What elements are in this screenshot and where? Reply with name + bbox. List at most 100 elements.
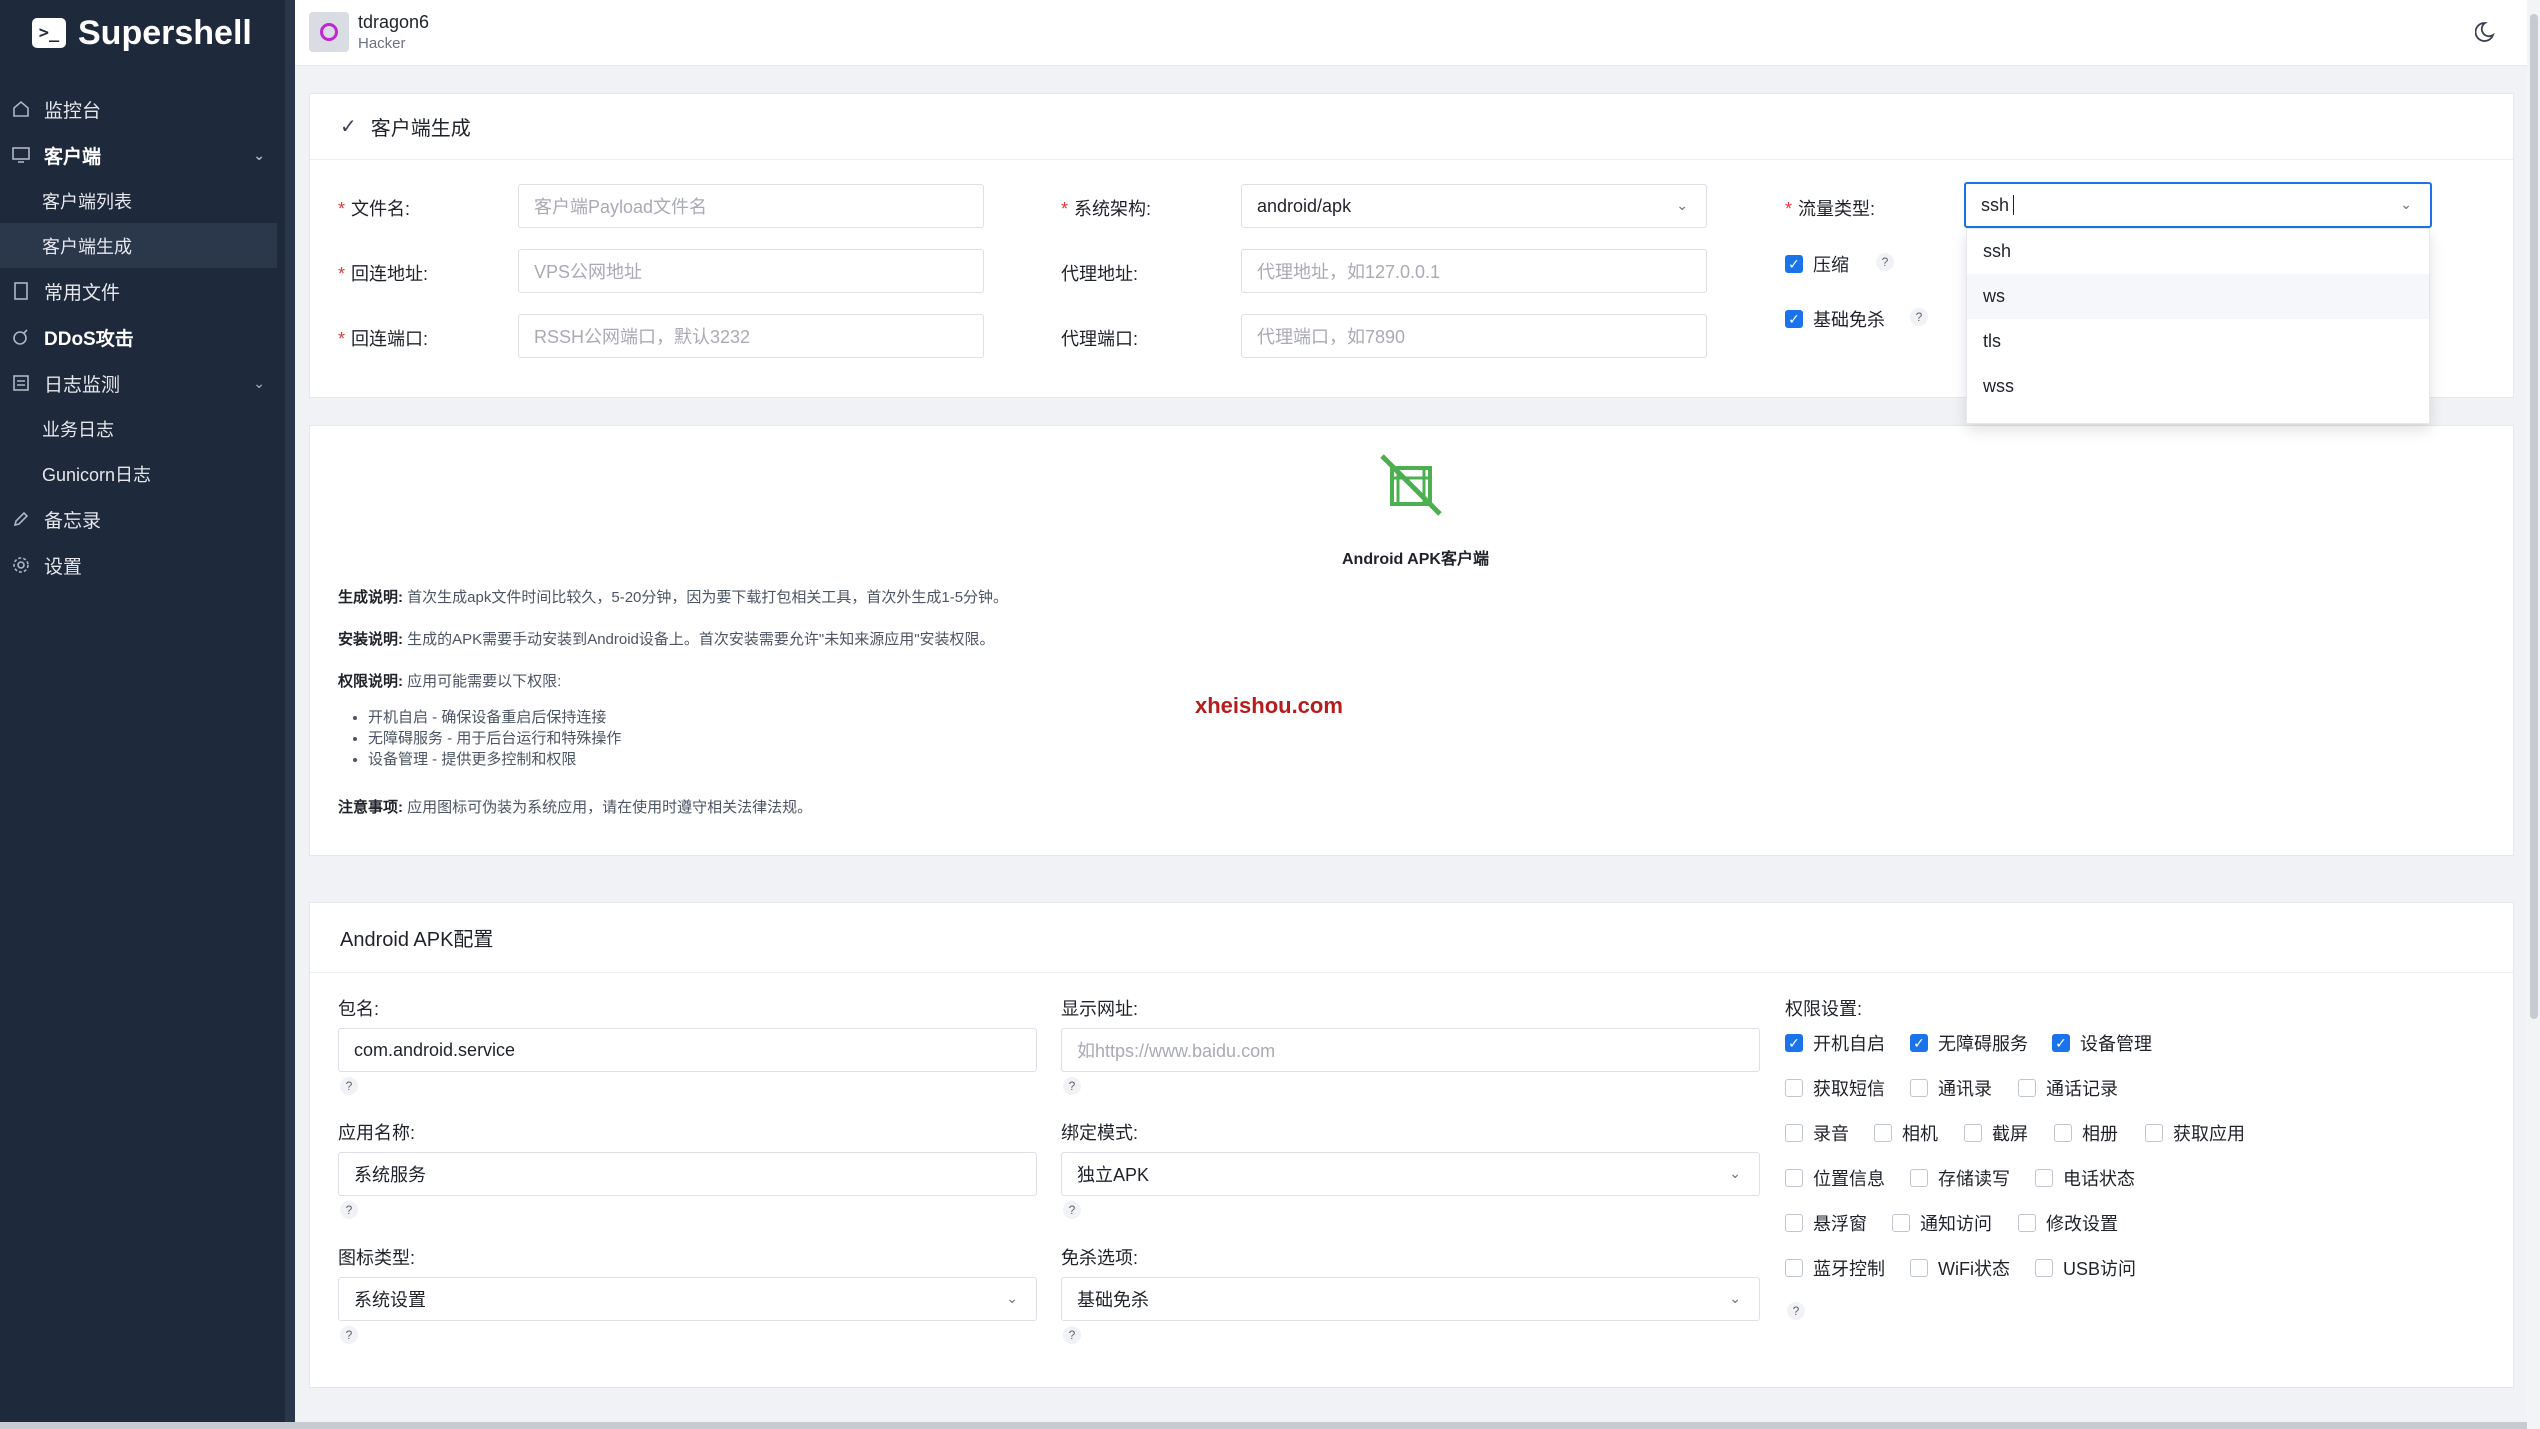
perm-checkbox-usb[interactable]: USB访问 [2035,1255,2136,1281]
gear-icon [10,554,32,576]
check-icon: ✓ [1910,1034,1928,1052]
help-icon[interactable]: ? [1063,1201,1081,1219]
help-icon[interactable]: ? [1063,1326,1081,1344]
help-icon[interactable]: ? [1787,1302,1805,1320]
perm-checkbox-device-admin[interactable]: ✓ 设备管理 [2052,1030,2152,1056]
chevron-down-icon: ⌄ [253,146,265,163]
arch-select[interactable]: android/apk ⌄ [1241,184,1707,228]
perm-note: 权限说明: 应用可能需要以下权限: [338,673,562,690]
bomb-icon [10,326,32,348]
user-name: tdragon6 [358,12,430,32]
help-icon[interactable]: ? [340,1326,358,1344]
perm-checkbox-wifi[interactable]: WiFi状态 [1910,1255,2010,1281]
install-note: 安装说明: 生成的APK需要手动安装到Android设备上。首次安装需要允许"未… [338,631,995,648]
proxy-port-input[interactable]: 代理端口，如7890 [1241,314,1707,358]
perm-checkbox-overlay[interactable]: 悬浮窗 [1785,1210,1867,1236]
sidebar-subitem-client-gen[interactable]: 客户端生成 [0,223,277,268]
page-scrollbar-thumb[interactable] [2530,14,2538,1019]
sidebar-subitem-client-list[interactable]: 客户端列表 [0,178,295,223]
avatar[interactable] [309,12,349,52]
android-icon [1380,454,1442,516]
pencil-icon [10,508,32,530]
home-icon [10,98,32,120]
sidebar: >_ Supershell 监控台 客户端 ⌄ 客户端列表 客户端生成 常用文件… [0,0,295,1429]
port-input[interactable]: RSSH公网端口，默认3232 [518,314,984,358]
perm-checkbox-album[interactable]: 相册 [2054,1120,2118,1146]
sidebar-item-ddos[interactable]: DDoS攻击 [0,314,295,360]
perm-checkbox-call-log[interactable]: 通话记录 [2018,1075,2118,1101]
perm-checkbox-notification[interactable]: 通知访问 [1892,1210,1992,1236]
chevron-down-icon: ⌄ [2400,196,2412,212]
perm-checkbox-boot[interactable]: ✓ 开机自启 [1785,1030,1885,1056]
perm-checkbox-apps[interactable]: 获取应用 [2145,1120,2245,1146]
sidebar-item-memo[interactable]: 备忘录 [0,496,295,542]
perm-checkbox-screenshot[interactable]: 截屏 [1964,1120,2028,1146]
check-icon: ✓ [1785,255,1803,273]
perm-checkbox-modify-settings[interactable]: 修改设置 [2018,1210,2118,1236]
traffic-dropdown: ssh ws tls wss [1966,228,2430,424]
traffic-option-wss[interactable]: wss [1967,364,2429,409]
traffic-label: * 流量类型: [1785,199,1876,219]
help-icon[interactable]: ? [340,1077,358,1095]
sidebar-item-files[interactable]: 常用文件 [0,268,295,314]
check-icon: ✓ [2052,1034,2070,1052]
app-logo[interactable]: >_ Supershell [0,0,295,66]
help-icon[interactable]: ? [1063,1077,1081,1095]
basic-av-checkbox[interactable]: ✓ 基础免杀 [1785,306,1885,332]
sidebar-item-dashboard[interactable]: 监控台 [0,86,295,132]
proxy-addr-input[interactable]: 代理地址，如127.0.0.1 [1241,249,1707,293]
sidebar-item-label: DDoS攻击 [44,328,134,350]
terminal-icon: >_ [32,18,66,48]
apk-client-title: Android APK客户端 [1342,551,1489,568]
compress-checkbox[interactable]: ✓ 压缩 [1785,251,1849,277]
perm-checkbox-storage[interactable]: 存储读写 [1910,1165,2010,1191]
perm-checkbox-contacts[interactable]: 通讯录 [1910,1075,1992,1101]
dark-mode-toggle[interactable] [2474,18,2505,48]
filename-input[interactable]: 客户端Payload文件名 [518,184,984,228]
perm-checkbox-bluetooth[interactable]: 蓝牙控制 [1785,1255,1885,1281]
chevron-down-icon: ⌄ [1729,1165,1741,1181]
perm-checkbox-record[interactable]: 录音 [1785,1120,1849,1146]
av-option-select[interactable]: 基础免杀 ⌄ [1061,1277,1760,1321]
help-icon[interactable]: ? [340,1201,358,1219]
traffic-option-tls[interactable]: tls [1967,319,2429,364]
perm-checkbox-camera[interactable]: 相机 [1874,1120,1938,1146]
sidebar-item-label: 设置 [44,556,83,578]
sidebar-subitem-biz-log[interactable]: 业务日志 [0,406,295,451]
perm-checkbox-sms[interactable]: 获取短信 [1785,1075,1885,1101]
gen-note: 生成说明: 首次生成apk文件时间比较久，5-20分钟，因为要下载打包相关工具，… [338,589,1009,606]
help-icon[interactable]: ? [1910,308,1928,326]
traffic-option-ssh[interactable]: ssh [1967,229,2429,274]
sidebar-item-label: 常用文件 [44,282,121,304]
arch-label: * 系统架构: [1061,199,1152,219]
display-url-input[interactable]: 如https://www.baidu.com [1061,1028,1760,1072]
list-item: 无障碍服务 - 用于后台运行和特殊操作 [368,728,621,749]
app-name-input[interactable]: 系统服务 [338,1152,1037,1196]
sidebar-item-logs[interactable]: 日志监测 ⌄ [0,360,295,406]
card-header: Android APK配置 [310,903,2513,973]
sidebar-item-label: 监控台 [44,100,102,122]
traffic-select[interactable]: ssh ⌄ [1964,182,2432,228]
proxy-port-label: 代理端口: [1061,329,1139,349]
app-name: Supershell [78,13,252,52]
traffic-option-ws[interactable]: ws [1967,274,2429,319]
av-option-label: 免杀选项: [1061,1248,1139,1268]
bind-mode-select[interactable]: 独立APK ⌄ [1061,1152,1760,1196]
file-icon [10,280,32,302]
sidebar-scrollbar[interactable] [285,0,295,1429]
icon-type-select[interactable]: 系统设置 ⌄ [338,1277,1037,1321]
callback-input[interactable]: VPS公网地址 [518,249,984,293]
sidebar-subitem-gunicorn-log[interactable]: Gunicorn日志 [0,451,295,496]
sidebar-item-label: 备忘录 [44,510,102,532]
horizontal-scrollbar[interactable] [0,1422,2527,1429]
top-bar: tdragon6 Hacker [295,0,2527,66]
help-icon[interactable]: ? [1876,253,1894,271]
chevron-down-icon: ⌄ [1729,1290,1741,1306]
sidebar-item-client[interactable]: 客户端 ⌄ [0,132,295,178]
perm-checkbox-phone-state[interactable]: 电话状态 [2035,1165,2135,1191]
package-input[interactable]: com.android.service [338,1028,1037,1072]
perm-checkbox-location[interactable]: 位置信息 [1785,1165,1885,1191]
perm-checkbox-accessibility[interactable]: ✓ 无障碍服务 [1910,1030,2028,1056]
sidebar-item-settings[interactable]: 设置 [0,542,295,588]
callback-label: * 回连地址: [338,264,429,284]
